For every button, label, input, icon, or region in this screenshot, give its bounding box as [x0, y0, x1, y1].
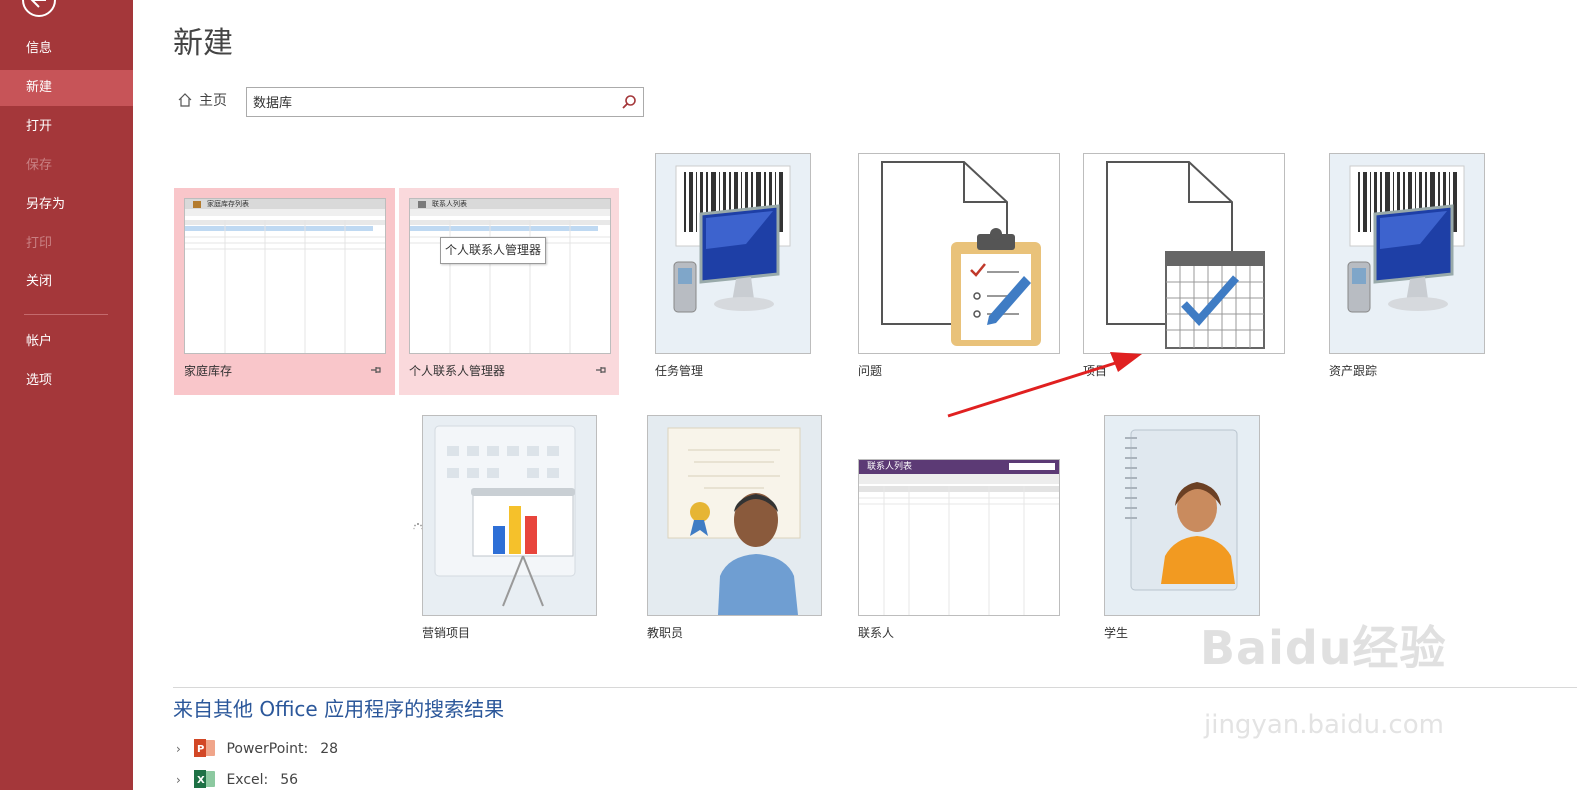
- template-thumbnail: 家庭库存列表: [184, 198, 386, 354]
- pin-icon[interactable]: [595, 365, 607, 375]
- result-powerpoint[interactable]: › P PowerPoint: 28: [176, 737, 338, 761]
- nav-options[interactable]: 选项: [0, 363, 133, 399]
- template-label: 联系人: [858, 626, 895, 640]
- template-faculty[interactable]: 教职员: [637, 405, 822, 650]
- template-label: 问题: [858, 364, 883, 378]
- clipboard-document-image: [881, 161, 1041, 346]
- nav-account[interactable]: 帐户: [0, 324, 133, 360]
- nav-open[interactable]: 打开: [0, 109, 133, 145]
- tooltip: 个人联系人管理器: [440, 237, 546, 264]
- nav-save: 保存: [26, 158, 53, 173]
- presentation-chart-image: [434, 425, 576, 607]
- nav-print: 打印: [26, 236, 53, 251]
- nav-info[interactable]: 信息: [0, 31, 133, 67]
- nav-close[interactable]: 关闭: [0, 264, 133, 300]
- template-label: 家庭库存: [184, 364, 233, 378]
- search-box[interactable]: [246, 87, 644, 117]
- powerpoint-icon: P: [194, 738, 216, 758]
- excel-icon: X: [194, 769, 216, 789]
- template-task-management[interactable]: 任务管理: [645, 143, 820, 395]
- datasheet-preview-image: [410, 199, 610, 353]
- nav-save-as[interactable]: 另存为: [0, 187, 133, 223]
- template-thumbnail: 联系人列表: [409, 198, 611, 354]
- arrow-left-icon: [30, 0, 46, 8]
- template-label: 任务管理: [655, 364, 704, 378]
- datasheet-preview-image: [185, 199, 385, 353]
- result-excel[interactable]: › X Excel: 56: [176, 768, 298, 792]
- nav-new[interactable]: 新建: [0, 70, 133, 106]
- template-label: 学生: [1104, 626, 1129, 640]
- home-icon: [178, 93, 192, 107]
- pin-icon[interactable]: [370, 365, 382, 375]
- template-issues[interactable]: 问题: [848, 143, 1069, 395]
- home-link[interactable]: 主页: [177, 90, 227, 112]
- calendar-document-image: [1106, 161, 1265, 349]
- template-label: 个人联系人管理器: [409, 364, 506, 378]
- back-button[interactable]: [22, 0, 56, 17]
- template-thumbnail: [1329, 153, 1485, 354]
- template-label: 教职员: [647, 626, 684, 640]
- search-icon[interactable]: [621, 94, 637, 110]
- template-asset-tracking[interactable]: 资产跟踪: [1319, 143, 1494, 395]
- template-thumbnail: 联系人列表: [858, 459, 1060, 616]
- template-thumbnail: [1104, 415, 1260, 616]
- other-results-title: 来自其他 Office 应用程序的搜索结果: [173, 697, 505, 721]
- section-divider: [173, 687, 1577, 688]
- home-label: 主页: [199, 93, 227, 109]
- template-personal-contacts[interactable]: 联系人列表 个人联系人管理器: [399, 188, 619, 395]
- template-thumbnail: [422, 415, 597, 616]
- template-label: 项目: [1083, 364, 1108, 378]
- chevron-right-icon: ›: [176, 742, 181, 756]
- result-count: 56: [280, 772, 299, 788]
- template-projects[interactable]: 项目: [1073, 143, 1294, 395]
- thumbnail-title: 联系人列表: [432, 200, 467, 208]
- certificate-person-image: [667, 427, 801, 615]
- result-app-name: PowerPoint:: [226, 741, 309, 757]
- watermark-brand: Baidu经验: [1200, 621, 1447, 675]
- chevron-right-icon: ›: [176, 773, 181, 787]
- search-input[interactable]: [253, 92, 613, 110]
- template-thumbnail: [647, 415, 822, 616]
- thumbnail-title: 联系人列表: [867, 462, 913, 472]
- page-title: 新建: [173, 26, 233, 61]
- template-contacts[interactable]: 联系人列表 联系人: [848, 405, 1069, 650]
- barcode-computer-image: [1347, 165, 1465, 313]
- result-app-name: Excel:: [226, 772, 269, 788]
- template-home-inventory[interactable]: 家庭库存列表 家庭库存: [174, 188, 395, 395]
- template-thumbnail: [655, 153, 811, 354]
- backstage-sidebar: 信息 新建 打开 保存 另存为 打印 关闭 帐户 选项: [0, 0, 133, 790]
- thumbnail-title: 家庭库存列表: [207, 200, 249, 208]
- barcode-computer-image: [673, 165, 791, 313]
- nav-divider: [24, 314, 108, 315]
- contacts-datasheet-image: [859, 460, 1059, 615]
- svg-text:X: X: [197, 775, 205, 786]
- template-thumbnail: [1083, 153, 1285, 354]
- template-thumbnail: [858, 153, 1060, 354]
- notebook-person-image: [1125, 429, 1238, 591]
- template-marketing-projects[interactable]: 营销项目: [412, 405, 597, 650]
- svg-text:P: P: [197, 744, 204, 755]
- watermark-url: jingyan.baidu.com: [1204, 710, 1444, 740]
- result-count: 28: [320, 741, 339, 757]
- template-label: 营销项目: [422, 626, 471, 640]
- template-label: 资产跟踪: [1329, 364, 1378, 378]
